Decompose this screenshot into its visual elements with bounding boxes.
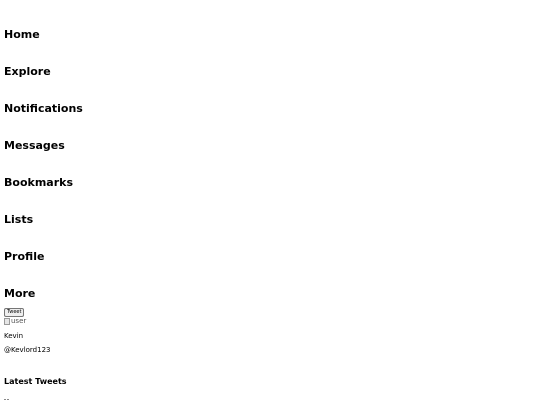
latest-tweets-heading: Latest Tweets [4,377,67,386]
user-name: Kevin [4,332,24,340]
nav-item-profile[interactable]: Profile [4,250,44,263]
nav-item-home[interactable]: Home [4,28,40,41]
nav-item-messages[interactable]: Messages [4,139,65,152]
tweet-preview-mark [7,399,9,400]
latest-tweets-list [4,399,9,400]
nav-item-bookmarks[interactable]: Bookmarks [4,176,73,189]
avatar-alt-text: user [11,317,27,325]
nav-item-lists[interactable]: Lists [4,213,33,226]
twitter-page: Home Explore Notifications Messages Book… [0,0,540,405]
user-handle: @Kevlord123 [4,346,51,354]
broken-image-icon [4,318,10,325]
nav-item-more[interactable]: More [4,287,35,300]
nav-item-explore[interactable]: Explore [4,65,51,78]
tweet-button[interactable]: Tweet [4,308,25,317]
avatar: user [4,317,26,326]
nav-item-notifications[interactable]: Notifications [4,102,83,115]
tweet-preview-mark [4,399,6,400]
